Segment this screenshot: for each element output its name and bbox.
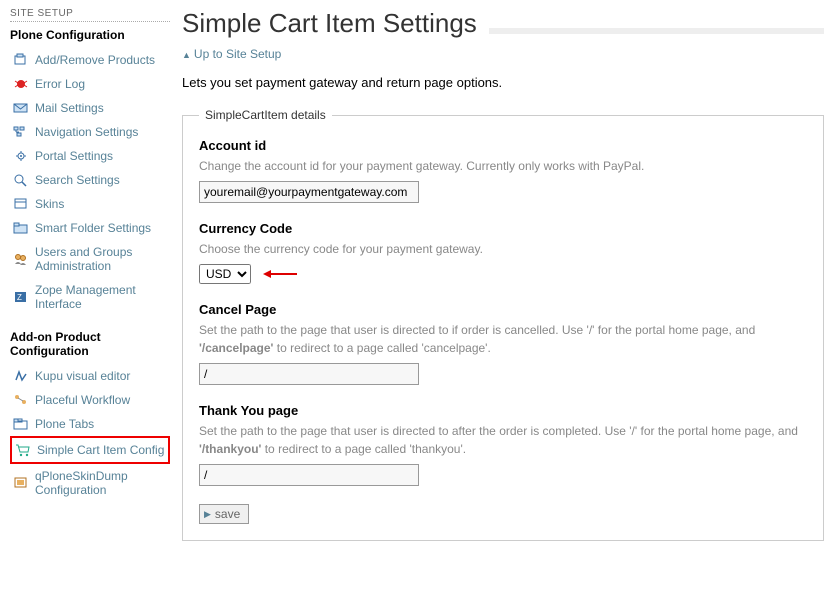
sidebar-item-label: Simple Cart Item Config [37,443,164,457]
thankyou-input[interactable] [199,464,419,486]
mail-icon [13,101,29,115]
addon-config-title: Add-on Product Configuration [10,330,170,358]
bug-icon [13,77,29,91]
addon-config-list: Kupu visual editor Placeful Workflow Plo… [10,364,170,502]
title-bar [489,28,824,34]
skin-dump-icon [13,476,29,490]
folder-icon [13,221,29,235]
sidebar-item-label: qPloneSkinDump Configuration [35,469,167,497]
save-button[interactable]: ▶ save [199,504,249,524]
page-title: Simple Cart Item Settings [182,8,477,39]
sidebar-item-label: Add/Remove Products [35,53,155,67]
account-label: Account id [199,138,807,153]
sidebar-item-label: Placeful Workflow [35,393,130,407]
thankyou-help: Set the path to the page that user is di… [199,422,807,458]
sidebar-item-label: Kupu visual editor [35,369,130,383]
arrow-annotation-icon [263,268,297,280]
sidebar: SITE SETUP Plone Configuration Add/Remov… [10,8,170,541]
sidebar-item-label: Users and Groups Administration [35,245,167,273]
sidebar-item-add-remove[interactable]: Add/Remove Products [13,53,167,67]
plone-config-list: Add/Remove Products Error Log Mail Setti… [10,48,170,316]
currency-help: Choose the currency code for your paymen… [199,240,807,258]
skins-icon [13,197,29,211]
caret-up-icon: ▲ [182,50,191,60]
sidebar-item-label: Navigation Settings [35,125,138,139]
up-link[interactable]: ▲Up to Site Setup [182,47,824,61]
fieldset-legend: SimpleCartItem details [199,108,332,122]
currency-select[interactable]: USD [199,264,251,284]
field-account-id: Account id Change the account id for you… [199,138,807,203]
sidebar-item-label: Zope Management Interface [35,283,167,311]
sidebar-item-error-log[interactable]: Error Log [13,77,167,91]
field-thankyou-page: Thank You page Set the path to the page … [199,403,807,486]
field-cancel-page: Cancel Page Set the path to the page tha… [199,302,807,385]
main-content: Simple Cart Item Settings ▲Up to Site Se… [182,8,824,541]
save-label: save [215,507,240,521]
zope-icon: Z [13,290,29,304]
search-icon [13,173,29,187]
sidebar-item-label: Search Settings [35,173,120,187]
sidebar-item-label: Skins [35,197,64,211]
sidebar-item-zmi[interactable]: Z Zope Management Interface [13,283,167,311]
up-link-label: Up to Site Setup [194,47,281,61]
sidebar-item-workflow[interactable]: Placeful Workflow [13,393,167,407]
sidebar-heading: SITE SETUP [10,8,170,22]
currency-label: Currency Code [199,221,807,236]
sidebar-item-navigation[interactable]: Navigation Settings [13,125,167,139]
sidebar-item-kupu[interactable]: Kupu visual editor [13,369,167,383]
details-fieldset: SimpleCartItem details Account id Change… [182,108,824,541]
cancel-input[interactable] [199,363,419,385]
sidebar-item-label: Portal Settings [35,149,113,163]
sidebar-item-label: Plone Tabs [35,417,94,431]
field-currency: Currency Code Choose the currency code f… [199,221,807,284]
gear-icon [13,149,29,163]
sidebar-item-users-groups[interactable]: Users and Groups Administration [13,245,167,273]
sidebar-item-skins[interactable]: Skins [13,197,167,211]
package-icon [13,53,29,67]
cancel-help: Set the path to the page that user is di… [199,321,807,357]
intro-text: Lets you set payment gateway and return … [182,75,824,90]
sidebar-item-simple-cart[interactable]: Simple Cart Item Config [15,443,165,457]
plone-config-title: Plone Configuration [10,28,170,42]
sidebar-item-label: Error Log [35,77,85,91]
sidebar-item-plone-tabs[interactable]: Plone Tabs [13,417,167,431]
sidebar-item-mail[interactable]: Mail Settings [13,101,167,115]
sidebar-item-skin-dump[interactable]: qPloneSkinDump Configuration [13,469,167,497]
account-input[interactable] [199,181,419,203]
users-icon [13,252,29,266]
cancel-label: Cancel Page [199,302,807,317]
sidebar-item-search[interactable]: Search Settings [13,173,167,187]
cart-icon [15,443,31,457]
kupu-icon [13,369,29,383]
sidebar-item-label: Mail Settings [35,101,104,115]
sidebar-item-portal[interactable]: Portal Settings [13,149,167,163]
tabs-icon [13,417,29,431]
workflow-icon [13,393,29,407]
thankyou-label: Thank You page [199,403,807,418]
sidebar-item-smart-folder[interactable]: Smart Folder Settings [13,221,167,235]
svg-text:Z: Z [17,293,22,302]
sidebar-item-label: Smart Folder Settings [35,221,151,235]
play-icon: ▶ [204,509,211,520]
nav-icon [13,125,29,139]
account-help: Change the account id for your payment g… [199,157,807,175]
